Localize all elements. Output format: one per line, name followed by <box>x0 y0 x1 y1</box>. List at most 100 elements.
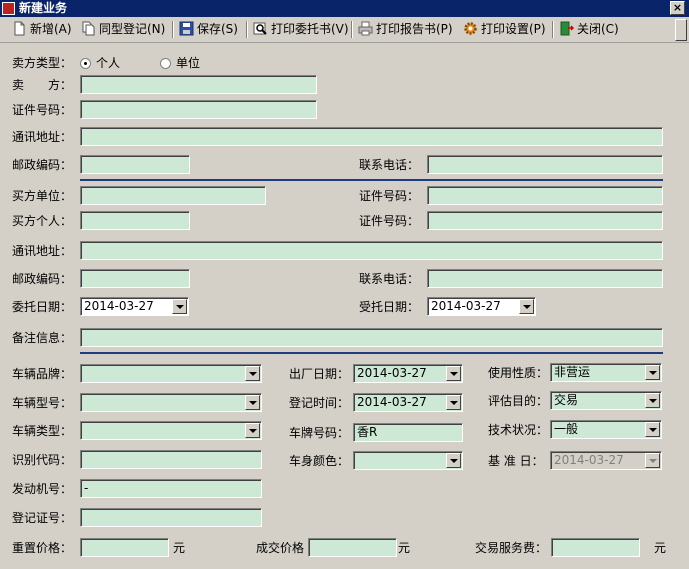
chevron-down-icon[interactable] <box>519 299 534 314</box>
vin-label: 识别代码： <box>12 453 73 467</box>
section-divider <box>80 352 663 354</box>
vehicle-brand-label: 车辆品牌： <box>12 367 73 381</box>
reset-price-input[interactable] <box>80 538 169 557</box>
save-label: 保存(S) <box>197 22 238 36</box>
base-date-value: 2014-03-27 <box>554 453 624 467</box>
print-report-label: 打印报告书(P) <box>376 22 453 36</box>
chevron-down-icon[interactable] <box>446 366 461 381</box>
buyer-unit-id-input[interactable] <box>427 186 663 205</box>
window-title: 新建业务 <box>19 1 68 15</box>
add-button[interactable]: 新增(A) <box>12 20 72 39</box>
chevron-down-icon[interactable] <box>446 395 461 410</box>
plate-input[interactable]: 香R <box>353 423 463 442</box>
buyer-phone-input[interactable] <box>427 269 663 288</box>
print-report-button[interactable]: 打印报告书(P) <box>358 20 453 39</box>
chevron-down-icon[interactable] <box>645 365 660 380</box>
app-icon <box>2 2 15 15</box>
exit-door-icon <box>560 21 574 36</box>
save-button[interactable]: 保存(S) <box>179 20 238 39</box>
plate-label: 车牌号码： <box>289 426 350 440</box>
chevron-down-icon[interactable] <box>245 366 260 381</box>
buyer-postal-input[interactable] <box>80 269 190 288</box>
seller-type-individual-radio[interactable] <box>80 58 91 69</box>
print-preview-icon <box>253 22 267 35</box>
seller-postal-input[interactable] <box>80 155 190 174</box>
scrollbar-button[interactable] <box>675 19 687 41</box>
usage-select[interactable]: 非营运 <box>550 363 662 382</box>
service-fee-input[interactable] <box>551 538 640 557</box>
usage-label: 使用性质： <box>488 366 549 380</box>
close-window-button[interactable]: × <box>670 1 685 15</box>
add-label: 新增(A) <box>30 22 72 36</box>
color-select[interactable] <box>353 451 463 470</box>
seller-type-individual-label: 个人 <box>96 56 121 70</box>
seller-address-input[interactable] <box>80 127 663 146</box>
purpose-select[interactable]: 交易 <box>550 391 662 410</box>
deal-price-input[interactable] <box>308 538 397 557</box>
seller-name-input[interactable] <box>80 75 317 94</box>
chevron-down-icon[interactable] <box>172 299 187 314</box>
factory-date-value: 2014-03-27 <box>357 366 427 380</box>
cert-input[interactable] <box>80 508 262 527</box>
chevron-down-icon[interactable] <box>645 393 660 408</box>
chevron-down-icon[interactable] <box>446 453 461 468</box>
same-register-label: 同型登记(N) <box>99 22 166 36</box>
chevron-down-icon <box>645 453 660 468</box>
print-commission-button[interactable]: 打印委托书(V) <box>253 20 349 39</box>
factory-date-label: 出厂日期： <box>289 367 350 381</box>
usage-value: 非营运 <box>554 365 591 379</box>
seller-id-input[interactable] <box>80 100 317 119</box>
commission-date-value: 2014-03-27 <box>84 299 154 313</box>
seller-type-unit-label: 单位 <box>176 56 201 70</box>
remarks-input[interactable] <box>80 328 663 347</box>
accept-date-label: 受托日期： <box>359 300 420 314</box>
vehicle-type-label: 车辆类型： <box>12 424 73 438</box>
chevron-down-icon[interactable] <box>645 422 660 437</box>
close-button[interactable]: 关闭(C) <box>559 20 619 39</box>
factory-date-picker[interactable]: 2014-03-27 <box>353 364 463 383</box>
title-bar: 新建业务 × <box>0 0 689 17</box>
remarks-label: 备注信息： <box>12 331 73 345</box>
deal-price-unit: 元 <box>398 541 411 555</box>
same-register-button[interactable]: 同型登记(N) <box>81 20 165 39</box>
vehicle-model-label: 车辆型号： <box>12 396 73 410</box>
seller-type-unit-radio[interactable] <box>160 58 171 69</box>
seller-type-label: 卖方类型： <box>12 56 73 70</box>
new-business-window: 新建业务 × 新增(A) 同型登记(N) 保存(S) 打印委托书(V) 打印报告… <box>0 0 689 569</box>
vehicle-brand-select[interactable] <box>80 364 262 383</box>
color-label: 车身颜色： <box>289 454 350 468</box>
deal-price-label: 成交价格 <box>256 541 305 555</box>
reset-price-unit: 元 <box>173 541 186 555</box>
copy-document-icon <box>82 21 95 36</box>
chevron-down-icon[interactable] <box>245 395 260 410</box>
seller-phone-label: 联系电话： <box>359 158 420 172</box>
register-time-picker[interactable]: 2014-03-27 <box>353 393 463 412</box>
condition-select[interactable]: 一般 <box>550 420 662 439</box>
vehicle-type-select[interactable] <box>80 421 262 440</box>
vin-input[interactable] <box>80 450 262 469</box>
buyer-person-input[interactable] <box>80 211 190 230</box>
buyer-person-id-input[interactable] <box>427 211 663 230</box>
close-label: 关闭(C) <box>577 22 619 36</box>
register-time-value: 2014-03-27 <box>357 395 427 409</box>
buyer-postal-label: 邮政编码： <box>12 272 73 286</box>
vehicle-model-select[interactable] <box>80 393 262 412</box>
commission-date-picker[interactable]: 2014-03-27 <box>80 297 189 316</box>
print-settings-label: 打印设置(P) <box>481 22 546 36</box>
accept-date-picker[interactable]: 2014-03-27 <box>427 297 536 316</box>
seller-phone-input[interactable] <box>427 155 663 174</box>
chevron-down-icon[interactable] <box>245 423 260 438</box>
base-date-label: 基 准 日： <box>488 454 544 468</box>
seller-id-label: 证件号码： <box>12 103 73 117</box>
buyer-unit-input[interactable] <box>80 186 266 205</box>
buyer-unit-label: 买方单位： <box>12 189 73 203</box>
engine-label: 发动机号： <box>12 482 73 496</box>
floppy-disk-icon <box>179 21 194 36</box>
reset-price-label: 重置价格： <box>12 541 73 555</box>
print-settings-button[interactable]: 打印设置(P) <box>463 20 546 39</box>
purpose-value: 交易 <box>554 393 579 407</box>
purpose-label: 评估目的： <box>488 394 549 408</box>
condition-label: 技术状况： <box>488 423 549 437</box>
buyer-address-input[interactable] <box>80 241 663 260</box>
engine-input[interactable]: - <box>80 479 262 498</box>
